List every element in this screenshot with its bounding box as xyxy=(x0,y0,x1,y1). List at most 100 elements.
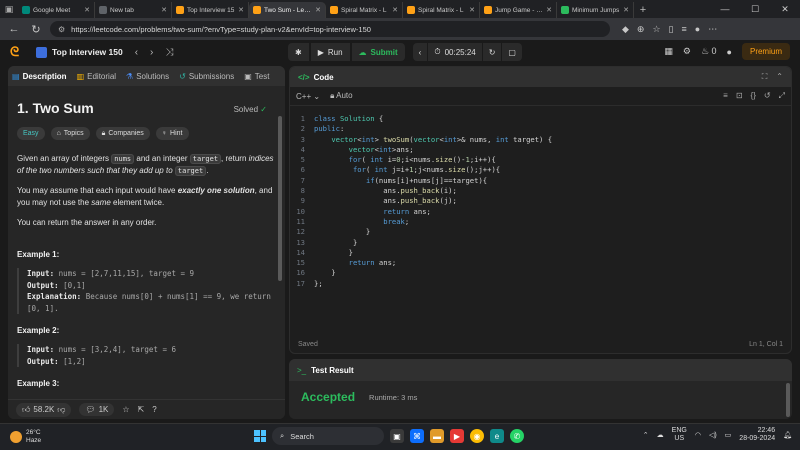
run-button[interactable]: ▶ Run xyxy=(310,43,350,61)
tray-overflow-icon[interactable]: ⌃ xyxy=(643,431,649,439)
maximize-icon[interactable]: ☐ xyxy=(740,0,770,18)
code-line[interactable]: 12 } xyxy=(290,227,791,237)
format-icon[interactable]: ≡ xyxy=(723,91,728,101)
premium-button[interactable]: Premium xyxy=(741,43,790,60)
timer[interactable]: ⏱ 00:25:24 xyxy=(428,43,482,61)
youtube-icon[interactable]: ▶ xyxy=(450,429,464,443)
browser-tab[interactable]: Two Sum - Leetc ✕ xyxy=(249,2,326,18)
code-line[interactable]: 16 } xyxy=(290,268,791,278)
clock[interactable]: 22:46 28-09-2024 xyxy=(739,427,775,443)
notes-icon[interactable]: ▢ xyxy=(502,43,522,61)
language-select[interactable]: C++ ⌄ xyxy=(296,92,320,101)
companies-tag[interactable]: 🔒︎ Companies xyxy=(95,127,150,140)
vscode-icon[interactable]: ⌘ xyxy=(410,429,424,443)
bookmark-icon[interactable]: ⊡ xyxy=(736,91,743,101)
next-problem-icon[interactable]: › xyxy=(150,47,153,58)
bookmark-star-icon[interactable]: ☆ xyxy=(652,24,660,35)
close-tab-icon[interactable]: ✕ xyxy=(623,6,629,14)
code-line[interactable]: 11 break; xyxy=(290,217,791,227)
browser-tab[interactable]: Jump Game - Le ✕ xyxy=(480,2,557,18)
browser-tab[interactable]: Top Interview 15 ✕ xyxy=(172,2,249,18)
cloud-icon[interactable]: ☁ xyxy=(657,431,664,439)
chrome-icon[interactable]: ◉ xyxy=(470,429,484,443)
expand-icon[interactable]: ⤢ xyxy=(779,91,785,101)
scrollbar[interactable] xyxy=(278,116,282,281)
prev-problem-icon[interactable]: ‹ xyxy=(135,47,138,58)
leetcode-logo-icon[interactable]: ᘓ xyxy=(10,44,28,60)
shuffle-icon[interactable]: ⤨ xyxy=(165,47,173,58)
settings-icon[interactable]: ⚙ xyxy=(683,46,691,57)
windows-start-icon[interactable] xyxy=(254,430,266,442)
browser-tab[interactable]: Minimum Jumps ✕ xyxy=(557,2,634,18)
hint-tag[interactable]: ♀ Hint xyxy=(155,127,189,140)
new-tab-button[interactable]: + xyxy=(634,2,652,18)
code-line[interactable]: 13 } xyxy=(290,238,791,248)
battery-icon[interactable]: ▭ xyxy=(725,431,732,439)
problem-list-icon[interactable] xyxy=(36,46,47,58)
timer-collapse-icon[interactable]: ‹ xyxy=(412,43,428,61)
avatar[interactable]: ● xyxy=(727,47,732,57)
tab-submissions[interactable]: ↺ Submissions xyxy=(179,72,234,81)
auto-mode-toggle[interactable]: 🔒︎ Auto xyxy=(330,91,353,101)
weather-widget[interactable]: 26°C Haze xyxy=(10,429,41,445)
code-line[interactable]: 8 ans.push_back(i); xyxy=(290,186,791,196)
close-tab-icon[interactable]: ✕ xyxy=(546,6,552,14)
code-area[interactable]: 1 class Solution {2 public: 3 vector<int> t… xyxy=(290,106,791,289)
url-field[interactable]: ⚙ https://leetcode.com/problems/two-sum/… xyxy=(50,21,610,37)
timer-reset-icon[interactable]: ↻ xyxy=(482,43,502,61)
collapse-icon[interactable]: ⌃ xyxy=(776,72,783,82)
share-icon[interactable]: ⇱ xyxy=(138,405,145,414)
reset-code-icon[interactable]: ↺ xyxy=(764,91,771,101)
whatsapp-icon[interactable]: ✆ xyxy=(510,429,524,443)
thumbs-down-icon[interactable]: 👎︎ xyxy=(57,405,65,415)
language-indicator[interactable]: ENG US xyxy=(672,427,687,443)
browser-tab[interactable]: Google Meet ✕ xyxy=(18,2,95,18)
tab-actions-icon[interactable]: ▣ xyxy=(0,0,18,18)
code-line[interactable]: 7 if(nums[i]+nums[j]==target){ xyxy=(290,176,791,186)
task-view-icon[interactable]: ▣ xyxy=(390,429,404,443)
code-line[interactable]: 17}; xyxy=(290,279,791,289)
menu-icon[interactable]: ⋯ xyxy=(708,24,717,35)
zoom-icon[interactable]: ⊕ xyxy=(637,24,645,35)
debug-button[interactable]: ✱ xyxy=(288,43,309,61)
fullscreen-icon[interactable]: ⛶ xyxy=(762,72,768,82)
layout-icon[interactable]: ▦ xyxy=(664,46,673,57)
taskbar-search[interactable]: ⌕ Search xyxy=(272,427,384,445)
submit-button[interactable]: ☁ Submit xyxy=(351,43,405,61)
back-icon[interactable]: ← xyxy=(6,23,22,35)
code-line[interactable]: 2 public: xyxy=(290,124,791,134)
browser-tab[interactable]: New tab ✕ xyxy=(95,2,172,18)
streak-icon[interactable]: ♨ 0 xyxy=(701,46,717,57)
comments-button[interactable]: 💬︎ 1K xyxy=(79,403,115,416)
code-line[interactable]: 10 return ans; xyxy=(290,207,791,217)
edge-icon[interactable]: e xyxy=(490,429,504,443)
problem-list-title[interactable]: Top Interview 150 xyxy=(52,47,123,57)
code-line[interactable]: 9 ans.push_back(j); xyxy=(290,196,791,206)
star-icon[interactable]: ☆ xyxy=(122,405,129,414)
like-button[interactable]: 👍︎ 58.2K 👎︎ xyxy=(16,402,72,417)
code-line[interactable]: 15 return ans; xyxy=(290,258,791,268)
tab-description[interactable]: ▤ Description xyxy=(12,72,67,81)
code-line[interactable]: 1 class Solution { xyxy=(290,114,791,124)
close-tab-icon[interactable]: ✕ xyxy=(238,6,244,14)
notification-icon[interactable]: 🔔︎ xyxy=(783,431,792,439)
topics-tag[interactable]: ⌂ Topics xyxy=(50,127,90,140)
minimize-icon[interactable]: — xyxy=(710,0,740,18)
code-line[interactable]: 5 for( int i=0;i<nums.size()-1;i++){ xyxy=(290,155,791,165)
site-info-icon[interactable]: ⚙ xyxy=(58,25,65,34)
difficulty-badge[interactable]: Easy xyxy=(17,127,45,140)
braces-icon[interactable]: {} xyxy=(751,91,756,101)
tab-solutions[interactable]: ⚗ Solutions xyxy=(126,72,169,81)
wifi-icon[interactable]: ◠ xyxy=(695,431,701,439)
scrollbar[interactable] xyxy=(786,383,790,417)
close-tab-icon[interactable]: ✕ xyxy=(161,6,167,14)
code-line[interactable]: 14 } xyxy=(290,248,791,258)
tab-test[interactable]: ▣ Test xyxy=(244,72,269,81)
file-explorer-icon[interactable]: ▬ xyxy=(430,429,444,443)
browser-tab[interactable]: Spiral Matrix - L ✕ xyxy=(403,2,480,18)
code-line[interactable]: 6 for( int j=i+1;j<nums.size();j++){ xyxy=(290,165,791,175)
split-view-icon[interactable]: ▯ xyxy=(669,24,674,35)
close-tab-icon[interactable]: ✕ xyxy=(469,6,475,14)
profile-icon[interactable]: ● xyxy=(695,24,700,34)
close-tab-icon[interactable]: ✕ xyxy=(84,6,90,14)
